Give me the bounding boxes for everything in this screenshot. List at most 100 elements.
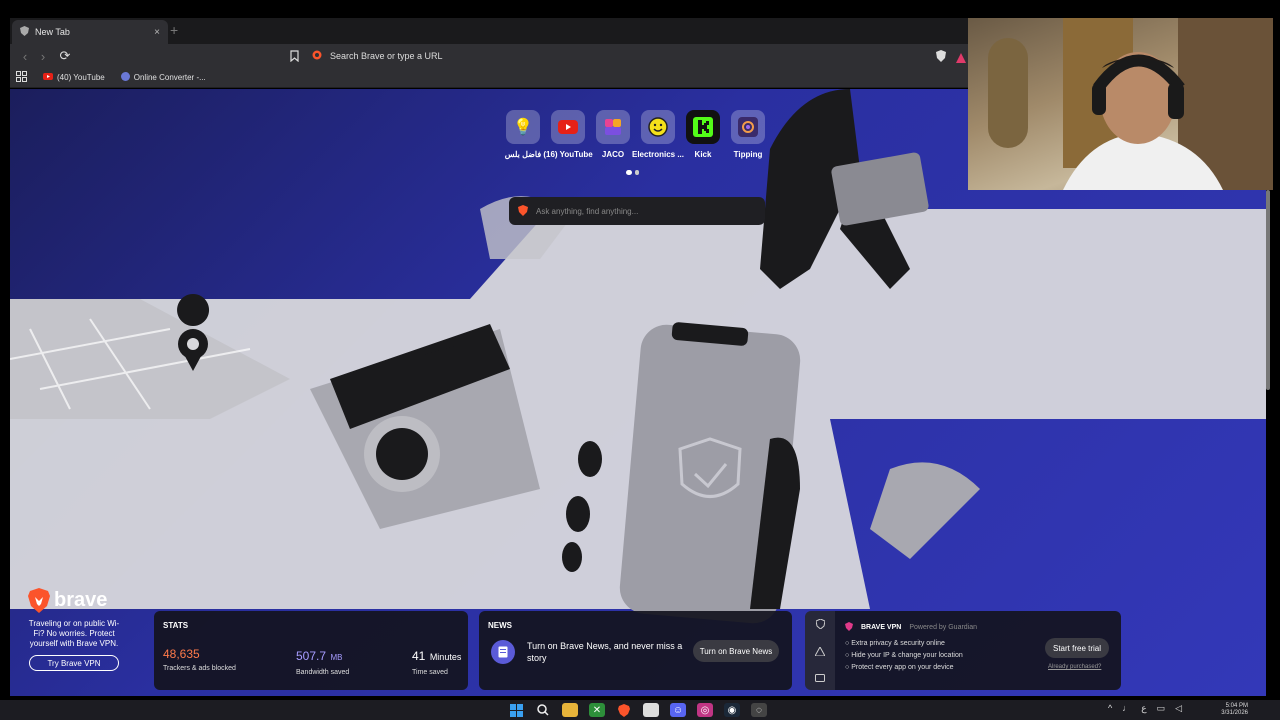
tipping-icon bbox=[731, 110, 765, 144]
vpn-logo-icon bbox=[845, 622, 853, 633]
xbox-icon[interactable]: ✕ bbox=[589, 703, 605, 717]
steam-icon[interactable]: ◉ bbox=[724, 703, 740, 717]
chrome-icon[interactable]: ◌ bbox=[751, 703, 767, 717]
webcam-person-image bbox=[988, 18, 1273, 190]
volume-icon[interactable]: ◁ bbox=[1175, 703, 1182, 714]
time-unit: Minutes bbox=[429, 652, 462, 662]
pager-dot-active[interactable] bbox=[626, 170, 632, 175]
vpn-tab-icon[interactable] bbox=[814, 618, 826, 631]
search-placeholder: Ask anything, find anything... bbox=[536, 206, 639, 216]
top-site-jaco[interactable]: JACO bbox=[595, 110, 631, 159]
back-button[interactable]: ‹ bbox=[16, 49, 34, 64]
stat-bandwidth: 507.7 MB Bandwidth saved bbox=[296, 647, 349, 676]
vpn-promo: brave Traveling or on public Wi-Fi? No w… bbox=[24, 588, 124, 671]
kick-logo-icon bbox=[686, 110, 720, 144]
vpn-powered-by: Powered by Guardian bbox=[909, 624, 978, 631]
bookmarks-bar: (40) YouTube Online Converter -... bbox=[10, 68, 968, 88]
time-label: Time saved bbox=[412, 669, 448, 676]
brave-logo-icon bbox=[518, 204, 528, 218]
brave-search-icon bbox=[312, 50, 322, 62]
vpn-feature: ○ Protect every app on your device bbox=[845, 664, 954, 671]
top-sites: 💡 فاضل بلس (16) YouTube JACO Electronics… bbox=[505, 110, 766, 159]
webcam-overlay bbox=[968, 18, 1273, 190]
tab-title: New Tab bbox=[35, 27, 70, 37]
stat-trackers: 48,635 Trackers & ads blocked bbox=[163, 647, 236, 672]
taskbar: ✕ ☺ ◎ ◉ ◌ ^ ♩ ع ▭ ◁ 5:04 PM 3/31/2026 bbox=[0, 700, 1280, 720]
start-free-trial-button[interactable]: Start free trial bbox=[1045, 638, 1109, 658]
rewards-tab-icon[interactable] bbox=[814, 645, 826, 658]
system-tray: ^ ♩ ع ▭ ◁ bbox=[1108, 703, 1182, 714]
stats-widget: STATS 48,635 Trackers & ads blocked 507.… bbox=[154, 611, 468, 690]
brave-shields-icon[interactable] bbox=[936, 49, 946, 67]
top-site-electronics[interactable]: Electronics ... bbox=[632, 110, 684, 159]
already-purchased-link[interactable]: Already purchased? bbox=[1048, 664, 1101, 670]
search-box[interactable]: Ask anything, find anything... bbox=[509, 197, 765, 225]
trackers-label: Trackers & ads blocked bbox=[163, 665, 236, 672]
address-bar[interactable]: Search Brave or type a URL bbox=[312, 46, 942, 66]
clock-time: 5:04 PM bbox=[1225, 703, 1248, 709]
bookmark-youtube[interactable]: (40) YouTube bbox=[43, 73, 105, 82]
check-circle-icon: ○ bbox=[845, 640, 850, 647]
windows-start-icon[interactable] bbox=[508, 703, 524, 717]
clock[interactable]: 5:04 PM 3/31/2026 bbox=[1212, 703, 1248, 717]
top-site-tipping[interactable]: Tipping bbox=[730, 110, 766, 159]
chevron-up-icon[interactable]: ^ bbox=[1108, 703, 1112, 714]
apps-grid-icon[interactable] bbox=[16, 71, 27, 84]
check-circle-icon: ○ bbox=[845, 664, 850, 671]
instagram-icon[interactable]: ◎ bbox=[697, 703, 713, 717]
reload-button[interactable]: ⟳ bbox=[56, 48, 74, 64]
search-icon[interactable] bbox=[535, 703, 551, 717]
bookmark-online-converter[interactable]: Online Converter -... bbox=[120, 72, 206, 83]
store-icon[interactable] bbox=[643, 703, 659, 717]
brave-lion-icon bbox=[28, 588, 50, 613]
new-tab-button[interactable]: + bbox=[170, 22, 178, 38]
news-heading: NEWS bbox=[488, 621, 512, 630]
forward-button[interactable]: › bbox=[34, 49, 52, 64]
top-site-fadel-plus[interactable]: 💡 فاضل بلس bbox=[505, 110, 541, 159]
brave-rewards-icon[interactable] bbox=[956, 50, 966, 68]
clock-date: 3/31/2026 bbox=[1221, 710, 1248, 716]
news-widget: NEWS Turn on Brave News, and never miss … bbox=[479, 611, 792, 690]
bandwidth-value: 507.7 bbox=[296, 649, 327, 663]
bookmark-label: (40) YouTube bbox=[57, 73, 105, 82]
top-site-label: Tipping bbox=[733, 150, 763, 159]
discord-icon[interactable]: ☺ bbox=[670, 703, 686, 717]
jaco-logo-icon bbox=[596, 110, 630, 144]
bookmark-icon[interactable] bbox=[290, 49, 299, 67]
top-site-youtube[interactable]: (16) YouTube bbox=[543, 110, 593, 159]
language-indicator[interactable]: ع bbox=[1141, 703, 1146, 714]
network-icon[interactable]: ▭ bbox=[1157, 703, 1166, 714]
brave-logo: brave bbox=[28, 588, 124, 613]
tab-close-icon[interactable]: × bbox=[154, 27, 160, 38]
turn-on-brave-news-button[interactable]: Turn on Brave News bbox=[693, 640, 779, 662]
bandwidth-unit: MB bbox=[330, 653, 343, 662]
bookmark-label: Online Converter -... bbox=[133, 73, 206, 82]
microphone-icon[interactable]: ♩ bbox=[1122, 703, 1131, 714]
brave-browser-icon[interactable] bbox=[616, 703, 632, 717]
brand-name: brave bbox=[54, 589, 108, 611]
time-value: 41 bbox=[412, 649, 426, 663]
vpn-feature: ○ Hide your IP & change your location bbox=[845, 652, 963, 659]
address-placeholder: Search Brave or type a URL bbox=[330, 51, 443, 61]
vpn-feature-text: Extra privacy & security online bbox=[851, 640, 945, 647]
trackers-value: 48,635 bbox=[163, 647, 200, 661]
vpn-header: BRAVE VPN Powered by Guardian bbox=[845, 622, 977, 633]
try-brave-vpn-button[interactable]: Try Brave VPN bbox=[29, 655, 119, 671]
page-scrollbar[interactable] bbox=[1266, 190, 1270, 390]
cards-tab-icon[interactable] bbox=[815, 674, 825, 684]
check-circle-icon: ○ bbox=[845, 652, 850, 659]
bandwidth-label: Bandwidth saved bbox=[296, 669, 350, 676]
top-sites-pager bbox=[626, 170, 639, 175]
widget-rail bbox=[805, 611, 835, 690]
screen: New Tab × + ‹ › ⟳ Search Brave or type a… bbox=[0, 0, 1280, 720]
pager-dot[interactable] bbox=[635, 170, 639, 175]
file-explorer-icon[interactable] bbox=[562, 703, 578, 717]
toolbar: ‹ › ⟳ Search Brave or type a URL bbox=[10, 44, 968, 68]
vpn-feature: ○ Extra privacy & security online bbox=[845, 640, 945, 647]
news-message: Turn on Brave News, and never miss a sto… bbox=[527, 641, 683, 663]
top-site-kick[interactable]: Kick bbox=[685, 110, 721, 159]
brave-shield-icon bbox=[20, 26, 29, 38]
tab-new-tab[interactable]: New Tab × bbox=[12, 20, 168, 44]
promo-text: Traveling or on public Wi-Fi? No worries… bbox=[28, 619, 120, 648]
tab-strip: New Tab × + bbox=[10, 18, 968, 44]
